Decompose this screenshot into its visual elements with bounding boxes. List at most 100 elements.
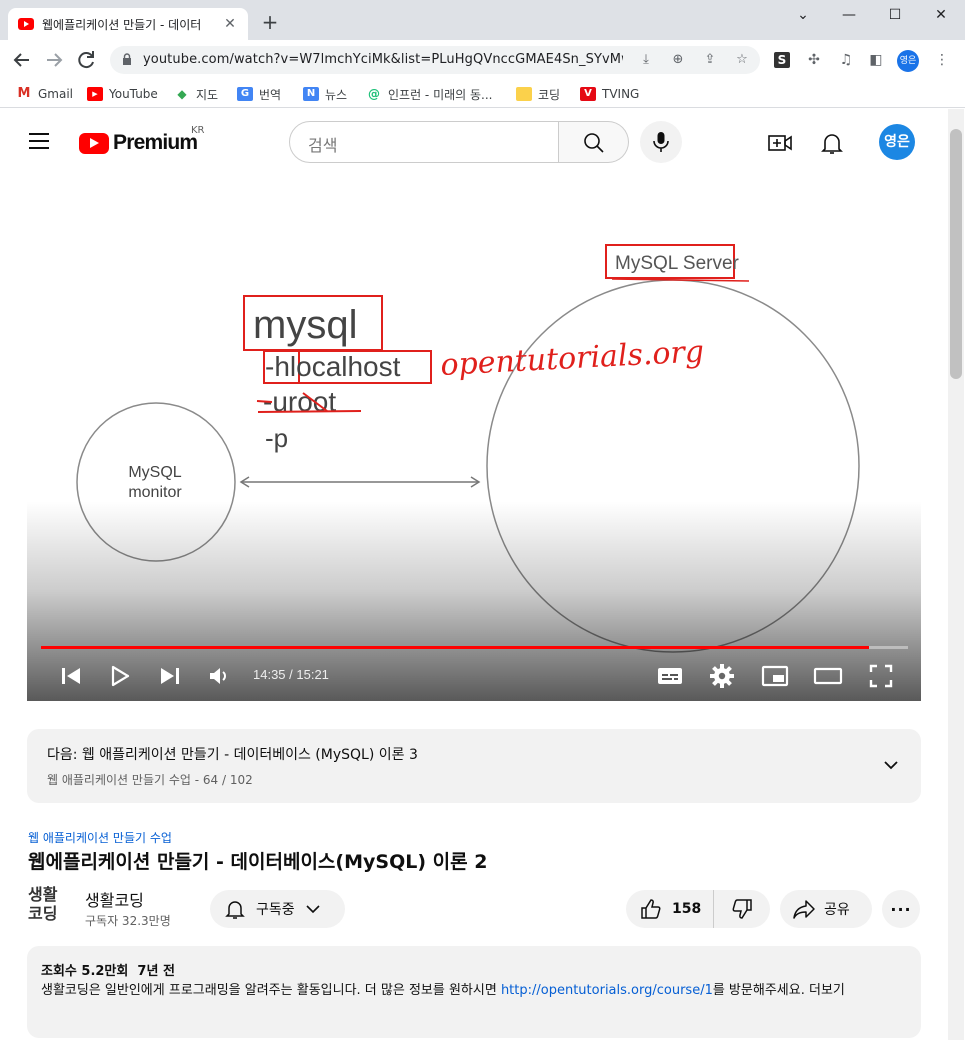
logo-text: Premium <box>113 131 198 154</box>
youtube-logo-icon <box>79 132 109 154</box>
progress-bar[interactable] <box>41 646 908 649</box>
new-tab-button[interactable]: + <box>258 10 282 34</box>
maps-icon: ◆ <box>177 87 187 101</box>
close-window-button[interactable]: ✕ <box>918 4 964 26</box>
server-label: MySQL Server <box>615 253 740 274</box>
page-scrollbar[interactable] <box>948 109 964 1040</box>
user-avatar[interactable]: 영은 <box>879 124 915 160</box>
more-actions-button[interactable]: ··· <box>882 890 920 928</box>
browser-tab-active[interactable]: 웹에플리케이션 만들기 - 데이터 ✕ <box>8 8 248 40</box>
description-body: 생활코딩은 일반인에게 프로그래밍을 알려주는 활동입니다. 더 많은 정보를 … <box>41 983 501 998</box>
bookmark-translate[interactable]: G 번역 <box>237 84 281 104</box>
bookmark-inflearn[interactable]: @ 인프런 - 미래의 동... <box>366 84 493 104</box>
playlist-link[interactable]: 웹 애플리케이션 만들기 수업 <box>28 829 172 846</box>
search-input[interactable]: 검색 <box>289 121 559 163</box>
subscriber-count: 구독자 32.3만명 <box>85 914 171 928</box>
browser-toolbar: youtube.com/watch?v=W7lmchYciMk&list=PLu… <box>0 40 965 80</box>
channel-logo-line2: 코딩 <box>28 904 58 923</box>
folder-icon <box>516 87 532 101</box>
miniplayer-icon[interactable] <box>760 661 790 691</box>
channel-avatar[interactable]: 생활 코딩 <box>28 885 68 929</box>
lock-icon <box>123 53 131 65</box>
view-count: 조회수 5.2만회 <box>41 964 129 979</box>
news-icon: N <box>303 87 319 101</box>
share-arrow-icon <box>793 900 815 919</box>
youtube-favicon-icon <box>18 18 34 30</box>
previous-icon[interactable] <box>57 661 87 691</box>
description-text: 생활코딩은 일반인에게 프로그래밍을 알려주는 활동입니다. 더 많은 정보를 … <box>41 981 907 1001</box>
chevron-down-icon <box>306 905 320 914</box>
subscribed-button[interactable]: 구독중 <box>210 890 345 928</box>
fullscreen-icon[interactable] <box>866 661 896 691</box>
bookmark-star-icon[interactable]: ☆ <box>732 50 752 70</box>
side-panel-icon[interactable]: ◧ <box>866 50 886 70</box>
minimize-button[interactable]: — <box>826 4 872 26</box>
bookmark-news[interactable]: N 뉴스 <box>303 84 347 104</box>
handwritten-note: opentutorials.org <box>440 334 705 383</box>
channel-name[interactable]: 생활코딩 <box>85 887 144 911</box>
install-icon[interactable]: ⤓ <box>636 50 656 70</box>
tab-close-icon[interactable]: ✕ <box>222 16 238 32</box>
bookmark-label: YouTube <box>109 87 158 101</box>
search-icon <box>584 133 604 153</box>
address-bar[interactable]: youtube.com/watch?v=W7lmchYciMk&list=PLu… <box>110 46 760 74</box>
share-button[interactable]: 공유 <box>780 890 872 928</box>
scrollbar-thumb[interactable] <box>950 129 962 379</box>
bookmark-label: 지도 <box>196 87 219 102</box>
create-video-icon[interactable] <box>767 130 793 156</box>
play-icon[interactable] <box>105 661 135 691</box>
media-control-icon[interactable]: ♫ <box>836 50 856 70</box>
reload-icon <box>78 51 94 69</box>
search-placeholder: 검색 <box>308 136 338 155</box>
thumbs-down-icon <box>732 899 752 919</box>
dislike-button[interactable] <box>714 890 770 928</box>
subscribed-label: 구독중 <box>256 902 295 918</box>
bookmark-label: TVING <box>602 87 640 101</box>
server-underline <box>611 278 750 282</box>
bookmark-folder-coding[interactable]: 코딩 <box>516 84 560 104</box>
description-link[interactable]: http://opentutorials.org/course/1 <box>501 983 713 998</box>
extension-s-icon[interactable]: S <box>774 52 790 68</box>
arrow-left-icon <box>13 53 29 67</box>
description-box[interactable]: 조회수 5.2만회 7년 전 생활코딩은 일반인에게 프로그래밍을 알려주는 활… <box>27 946 921 1038</box>
bookmark-youtube[interactable]: ▶ YouTube <box>87 84 158 104</box>
bookmark-label: 뉴스 <box>325 87 348 102</box>
voice-search-button[interactable] <box>640 121 682 163</box>
chevron-down-icon[interactable] <box>882 756 900 774</box>
back-button[interactable] <box>10 48 34 72</box>
chrome-menu-icon[interactable]: ⋮ <box>932 50 952 70</box>
zoom-icon[interactable]: ⊕ <box>668 50 688 70</box>
bookmark-tving[interactable]: V TVING <box>580 84 639 104</box>
up-next-title: 다음: 웹 애플리케이션 만들기 - 데이터베이스 (MySQL) 이론 3 <box>47 747 418 763</box>
extensions-puzzle-icon[interactable]: ✣ <box>804 50 824 70</box>
bookmark-maps[interactable]: ◆ 지도 <box>174 84 218 104</box>
logo-region: KR <box>191 125 205 136</box>
microphone-icon <box>653 132 669 152</box>
theater-mode-icon[interactable] <box>813 661 843 691</box>
next-icon[interactable] <box>155 661 185 691</box>
tab-search-button[interactable]: ⌄ <box>780 4 826 26</box>
bookmark-label: 인프런 - 미래의 동... <box>388 87 493 102</box>
bookmark-gmail[interactable]: M Gmail <box>16 84 73 104</box>
like-dislike-group: 158 <box>626 890 770 928</box>
reload-button[interactable] <box>74 48 98 72</box>
menu-hamburger-icon[interactable] <box>29 133 49 149</box>
search-button[interactable] <box>559 121 629 163</box>
playlist-up-next-panel[interactable]: 다음: 웹 애플리케이션 만들기 - 데이터베이스 (MySQL) 이론 3 웹… <box>27 729 921 803</box>
chrome-profile-avatar[interactable]: 영은 <box>897 50 919 72</box>
like-button[interactable]: 158 <box>626 890 714 928</box>
video-player[interactable]: MySQL Server MySQL monitor mysql -hlocal… <box>27 181 921 701</box>
subtitles-icon[interactable] <box>655 661 685 691</box>
channel-logo-line1: 생활 <box>28 885 58 904</box>
notifications-bell-icon[interactable] <box>819 130 845 156</box>
youtube-icon: ▶ <box>87 87 103 101</box>
bell-icon <box>225 901 245 919</box>
forward-button[interactable] <box>42 48 66 72</box>
share-page-icon[interactable]: ⇪ <box>700 50 720 70</box>
maximize-button[interactable]: ☐ <box>872 4 918 26</box>
youtube-premium-logo[interactable]: Premium <box>79 131 198 155</box>
volume-icon[interactable] <box>203 661 233 691</box>
browser-titlebar: 웹에플리케이션 만들기 - 데이터 ✕ + ⌄ — ☐ ✕ <box>0 0 965 40</box>
show-more-button[interactable]: 더보기 <box>809 983 845 998</box>
settings-gear-icon[interactable] <box>707 661 737 691</box>
